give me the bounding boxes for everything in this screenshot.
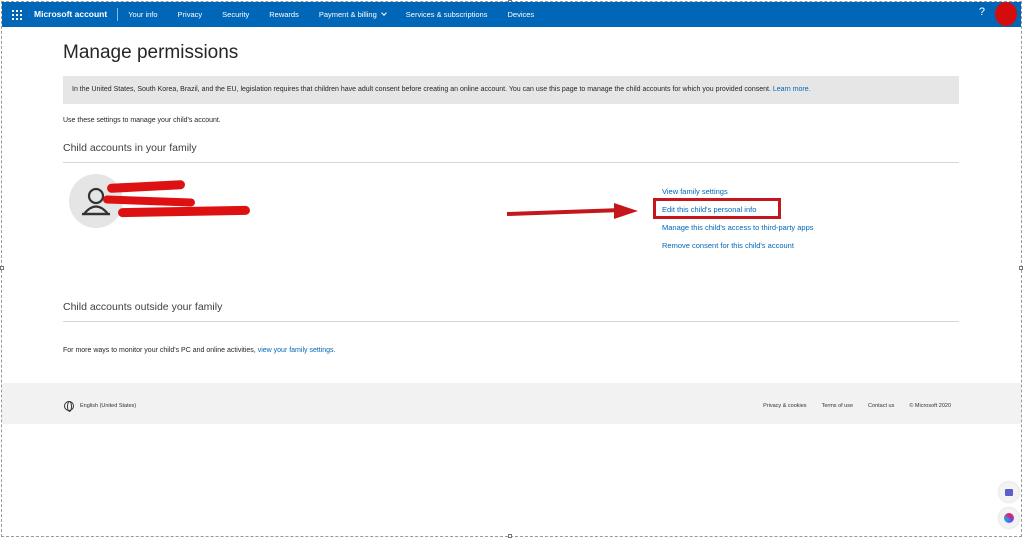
terms-of-use-link[interactable]: Terms of use (822, 403, 853, 409)
more-info-text: For more ways to monitor your child's PC… (63, 347, 336, 354)
resize-handle[interactable] (0, 266, 4, 270)
learn-more-link[interactable]: Learn more. (773, 86, 811, 93)
nav-privacy[interactable]: Privacy (168, 2, 213, 27)
chevron-down-icon (380, 10, 387, 16)
nav-devices[interactable]: Devices (497, 2, 544, 27)
child-actions-list: View family settings Edit this child's p… (662, 186, 814, 258)
help-icon[interactable]: ? (979, 6, 985, 18)
globe-icon (64, 401, 74, 412)
main-nav: Your info Privacy Security Rewards Payme… (118, 2, 544, 27)
divider (63, 162, 959, 163)
contact-us-link[interactable]: Contact us (868, 403, 894, 409)
divider (63, 321, 959, 322)
manage-third-party-access-link[interactable]: Manage this child's access to third-part… (662, 222, 814, 240)
remove-consent-link[interactable]: Remove consent for this child's account (662, 240, 814, 258)
nav-your-info[interactable]: Your info (118, 2, 167, 27)
view-family-settings-footer-link[interactable]: view your family settings. (258, 347, 336, 354)
privacy-cookies-link[interactable]: Privacy & cookies (763, 403, 806, 409)
section-heading-in-family: Child accounts in your family (63, 142, 197, 154)
account-avatar-redacted[interactable] (995, 2, 1017, 26)
nav-payment-billing-label: Payment & billing (318, 10, 377, 19)
annotation-arrow (506, 208, 620, 216)
view-family-settings-link[interactable]: View family settings (662, 186, 814, 204)
more-info-label: For more ways to monitor your child's PC… (63, 347, 256, 354)
footer-links: Privacy & cookies Terms of use Contact u… (763, 403, 951, 409)
app-launcher-icon[interactable] (2, 2, 32, 27)
section-heading-outside-family: Child accounts outside your family (63, 301, 223, 313)
language-selector[interactable]: English (United States) (80, 403, 136, 409)
nav-payment-billing[interactable]: Payment & billing (309, 2, 396, 27)
nav-services-subscriptions[interactable]: Services & subscriptions (396, 2, 498, 27)
teams-icon[interactable] (999, 482, 1019, 502)
resize-handle[interactable] (1019, 266, 1023, 270)
page-title: Manage permissions (63, 42, 239, 63)
redacted-email-scribble (117, 205, 251, 218)
nav-rewards[interactable]: Rewards (259, 2, 309, 27)
edit-personal-info-link[interactable]: Edit this child's personal info (662, 204, 814, 222)
copyright-text: © Microsoft 2020 (909, 403, 951, 409)
nav-security[interactable]: Security (212, 2, 259, 27)
copilot-icon[interactable] (999, 508, 1019, 528)
resize-handle[interactable] (508, 534, 512, 538)
intro-text: Use these settings to manage your child'… (63, 117, 221, 124)
annotation-arrow-head (614, 203, 638, 219)
legislation-notice: In the United States, South Korea, Brazi… (63, 76, 959, 104)
notice-text: In the United States, South Korea, Brazi… (72, 86, 771, 93)
top-nav-bar: Microsoft account Your info Privacy Secu… (2, 2, 1021, 27)
brand-link[interactable]: Microsoft account (32, 8, 119, 21)
